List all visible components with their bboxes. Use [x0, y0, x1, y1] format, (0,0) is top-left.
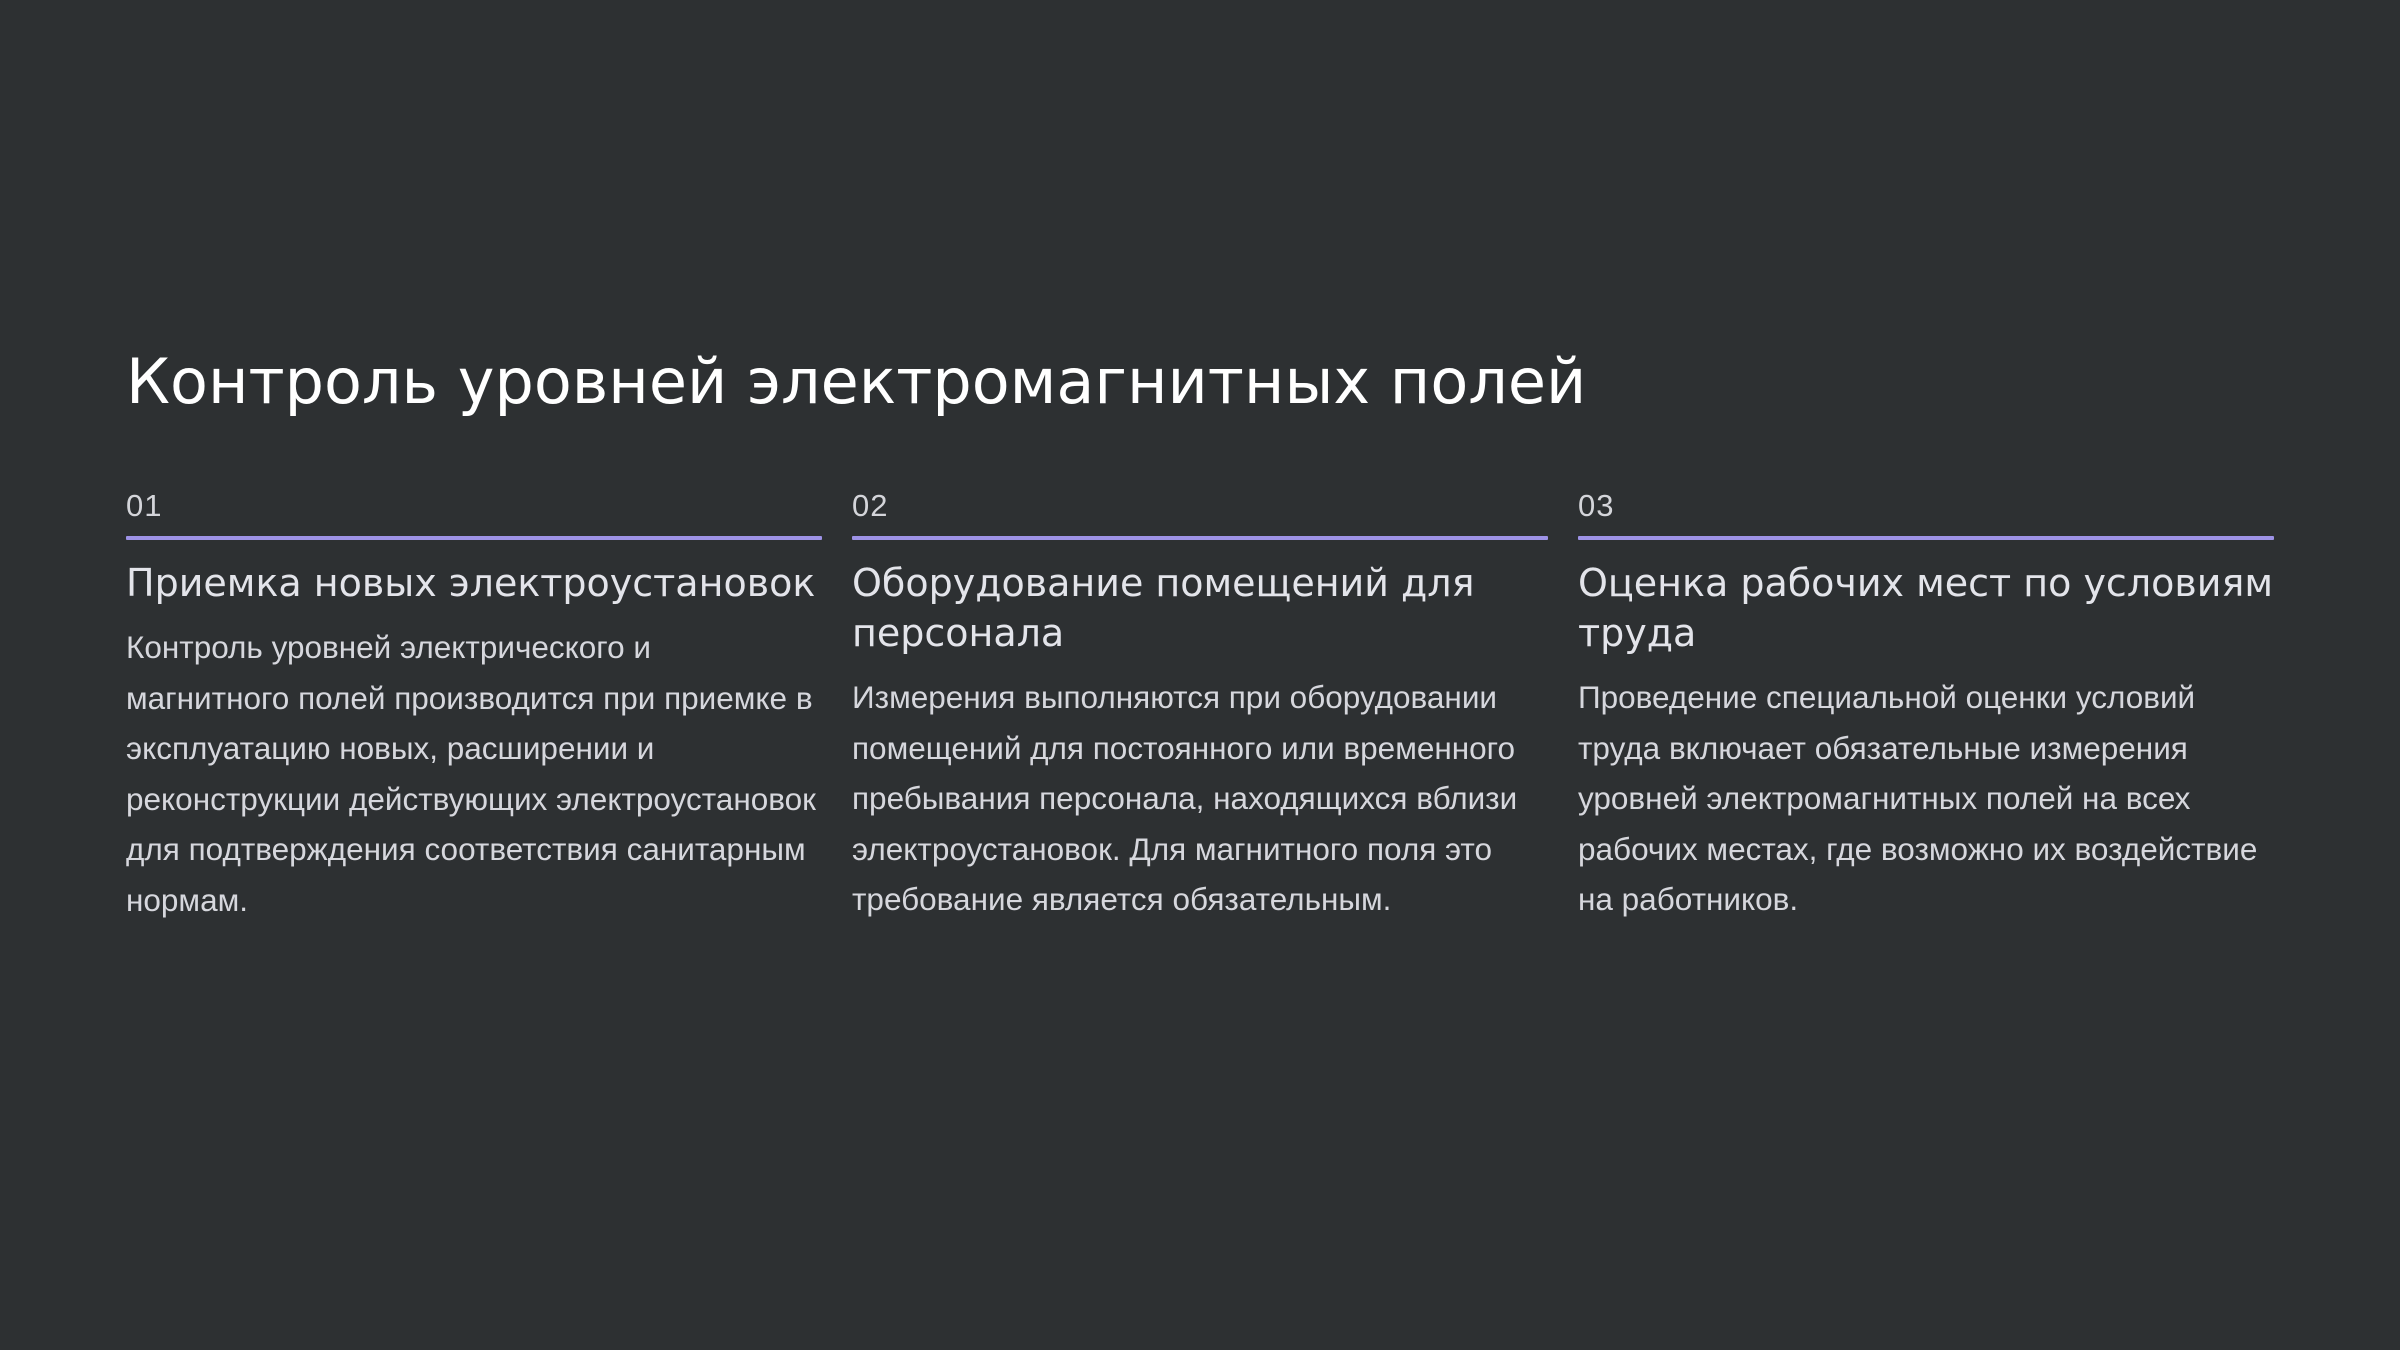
item-heading: Оценка рабочих мест по условиям труда: [1578, 561, 2273, 655]
column-1: 01 Приемка новых электроустановок Контро…: [126, 486, 822, 925]
item-description: Измерения выполняются при оборудовании п…: [852, 679, 1518, 917]
accent-divider: [852, 536, 1548, 540]
item-description: Проведение специальной оценки условий тр…: [1578, 679, 2258, 917]
column-3: 03 Оценка рабочих мест по условиям труда…: [1578, 486, 2274, 925]
item-number: 01: [126, 488, 163, 523]
slide: Контроль уровней электромагнитных полей …: [0, 0, 2400, 1350]
item-number: 03: [1578, 488, 1615, 523]
column-2: 02 Оборудование помещений для персонала …: [852, 486, 1548, 925]
item-heading: Оборудование помещений для персонала: [852, 561, 1475, 655]
accent-divider: [1578, 536, 2274, 540]
item-number: 02: [852, 488, 889, 523]
columns: 01 Приемка новых электроустановок Контро…: [126, 486, 2274, 925]
item-description: Контроль уровней электрического и магнит…: [126, 629, 816, 918]
slide-title: Контроль уровней электромагнитных полей: [126, 345, 1587, 418]
item-heading: Приемка новых электроустановок: [126, 561, 816, 605]
accent-divider: [126, 536, 822, 540]
